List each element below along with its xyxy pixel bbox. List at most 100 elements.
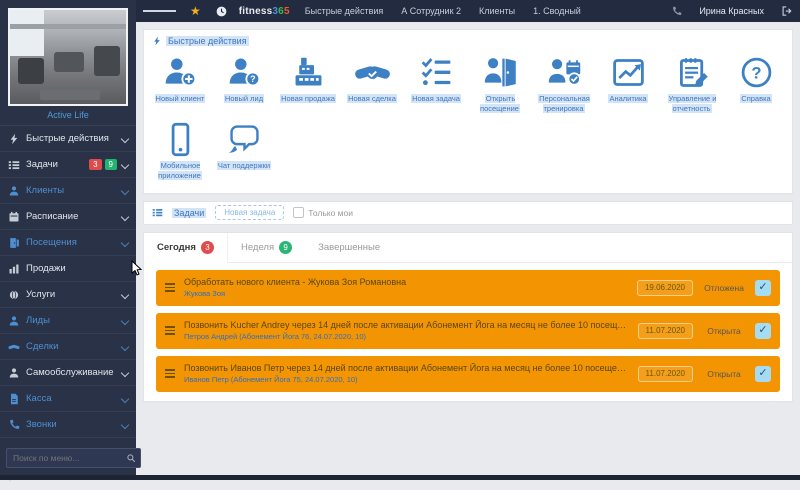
document-icon [8, 393, 20, 405]
qa-open-visit[interactable]: Открыть посещение [468, 54, 532, 114]
user-icon [8, 315, 20, 327]
chevron-down-icon [121, 368, 129, 376]
clock-icon[interactable] [208, 0, 235, 22]
qa-help[interactable]: ? Справка [724, 54, 788, 114]
qa-new-lead[interactable]: ? Новый лид [212, 54, 276, 114]
logout-icon[interactable] [774, 0, 800, 22]
chevron-down-icon [121, 238, 129, 246]
sidebar-search-area [0, 441, 136, 475]
qa-new-sale[interactable]: Новая продажа [276, 54, 340, 114]
qa-new-task[interactable]: Новая задача [404, 54, 468, 114]
qa-mobile-app[interactable]: Мобильное приложение [148, 121, 212, 181]
sidebar-item-calls[interactable]: Звонки [0, 412, 136, 438]
tab-week[interactable]: Неделя 9 [228, 233, 305, 262]
qa-analytics[interactable]: Аналитика [596, 54, 660, 114]
user-menu[interactable]: Ирина Красных [689, 6, 774, 16]
bolt-icon [152, 36, 162, 46]
tab-completed[interactable]: Завершенные [305, 233, 393, 262]
person-plus-icon [162, 54, 199, 91]
analytics-chart-icon [610, 54, 647, 91]
user-icon [8, 367, 20, 379]
user-icon [8, 185, 20, 197]
menu-toggle-icon[interactable] [136, 0, 183, 22]
sidebar-item-deals[interactable]: Сделки [0, 334, 136, 360]
drag-handle-icon[interactable] [165, 324, 175, 337]
sidebar-item-sales[interactable]: Продажи [0, 256, 136, 282]
checklist-icon [418, 54, 455, 91]
task-complete-checkbox[interactable]: ✓ [755, 366, 771, 382]
tasks-header-bar: Задачи Новая задача Только мои [143, 201, 793, 225]
sidebar: Active Life Быстрые действия Задачи 3 9 … [0, 0, 136, 480]
chevron-down-icon [121, 394, 129, 402]
task-title: Обработать нового клиента - Жукова Зоя Р… [184, 277, 628, 287]
app-logo[interactable]: fitness365 [239, 6, 290, 17]
sidebar-item-services[interactable]: Услуги [0, 282, 136, 308]
trainer-calendar-icon [546, 54, 583, 91]
topnav-quick-actions[interactable]: Быстрые действия [296, 0, 393, 22]
qa-support-chat[interactable]: Чат поддержки [212, 121, 276, 181]
qa-new-client[interactable]: Новый клиент [148, 54, 212, 114]
tab-today[interactable]: Сегодня 3 [144, 233, 228, 263]
menu-search [6, 448, 141, 468]
report-pencil-icon [674, 54, 711, 91]
globe-icon [8, 289, 20, 301]
qa-personal-training[interactable]: Персональная тренировка [532, 54, 596, 114]
task-row[interactable]: Позвонить Kucher Andrey через 14 дней по… [156, 313, 780, 349]
sidebar-item-leads[interactable]: Лиды [0, 308, 136, 334]
task-row[interactable]: Обработать нового клиента - Жукова Зоя Р… [156, 270, 780, 306]
tasks-tabs: Сегодня 3 Неделя 9 Завершенные [144, 233, 792, 263]
sidebar-item-schedule[interactable]: Расписание [0, 204, 136, 230]
chevron-down-icon [121, 316, 129, 324]
task-date-badge[interactable]: 11.07.2020 [638, 366, 693, 382]
favorites-star-icon[interactable]: ★ [183, 0, 208, 22]
chevron-down-icon [121, 160, 129, 168]
chevron-down-icon [121, 342, 129, 350]
person-question-icon: ? [226, 54, 263, 91]
task-status: Открыта [702, 369, 746, 379]
task-complete-checkbox[interactable]: ✓ [755, 323, 771, 339]
sidebar-item-self-service[interactable]: Самообслуживание [0, 360, 136, 386]
new-task-button[interactable]: Новая задача [215, 205, 284, 220]
svg-text:?: ? [249, 74, 255, 84]
help-circle-icon: ? [738, 54, 775, 91]
task-date-badge[interactable]: 11.07.2020 [638, 323, 693, 339]
sidebar-item-quick-actions[interactable]: Быстрые действия [0, 126, 136, 152]
only-mine-checkbox[interactable] [293, 207, 304, 218]
sidebar-item-clients[interactable]: Клиенты [0, 178, 136, 204]
bottom-edge-bar [0, 475, 800, 480]
tasks-green-badge: 9 [105, 159, 117, 171]
qa-new-deal[interactable]: Новая сделка [340, 54, 404, 114]
drag-handle-icon[interactable] [165, 367, 175, 380]
tasks-panel: Сегодня 3 Неделя 9 Завершенные Обработат… [143, 232, 793, 402]
phone-icon [8, 419, 20, 431]
only-mine-toggle[interactable]: Только мои [293, 207, 353, 218]
phone-icon[interactable] [664, 0, 689, 22]
task-date-badge[interactable]: 19.06.2020 [637, 280, 693, 296]
task-subject-link[interactable]: Жукова Зоя [184, 289, 628, 298]
sidebar-item-visits[interactable]: Посещения [0, 230, 136, 256]
bolt-icon [8, 133, 20, 145]
tasks-red-badge: 3 [89, 159, 101, 171]
task-complete-checkbox[interactable]: ✓ [755, 280, 771, 296]
search-icon [126, 453, 136, 463]
topnav-clients[interactable]: Клиенты [470, 0, 524, 22]
support-chat-icon [226, 121, 263, 158]
task-status: Открыта [702, 326, 746, 336]
svg-text:?: ? [751, 64, 761, 83]
drag-handle-icon[interactable] [165, 281, 175, 294]
chevron-down-icon [121, 420, 129, 428]
chevron-down-icon [121, 134, 129, 142]
task-row[interactable]: Позвонить Иванов Петр через 14 дней посл… [156, 356, 780, 392]
sidebar-item-tasks[interactable]: Задачи 3 9 [0, 152, 136, 178]
topnav-employee[interactable]: А Сотрудник 2 [392, 0, 470, 22]
club-photo [8, 8, 128, 106]
quick-actions-grid: Новый клиент ? Новый лид Новая продажа Н… [144, 48, 792, 193]
qa-management-reports[interactable]: Управление и отчетность [660, 54, 724, 114]
sidebar-item-cashdesk[interactable]: Касса [0, 386, 136, 412]
handshake-icon [354, 54, 391, 91]
chart-bars-icon [8, 263, 20, 275]
task-subject-link[interactable]: Иванов Петр (Абонемент Йога 75, 24.07.20… [184, 375, 629, 384]
menu-search-input[interactable] [11, 452, 126, 464]
task-subject-link[interactable]: Петров Андрей (Абонемент Йога 76, 24.07.… [184, 332, 629, 341]
topnav-summary[interactable]: 1. Сводный [524, 0, 590, 22]
